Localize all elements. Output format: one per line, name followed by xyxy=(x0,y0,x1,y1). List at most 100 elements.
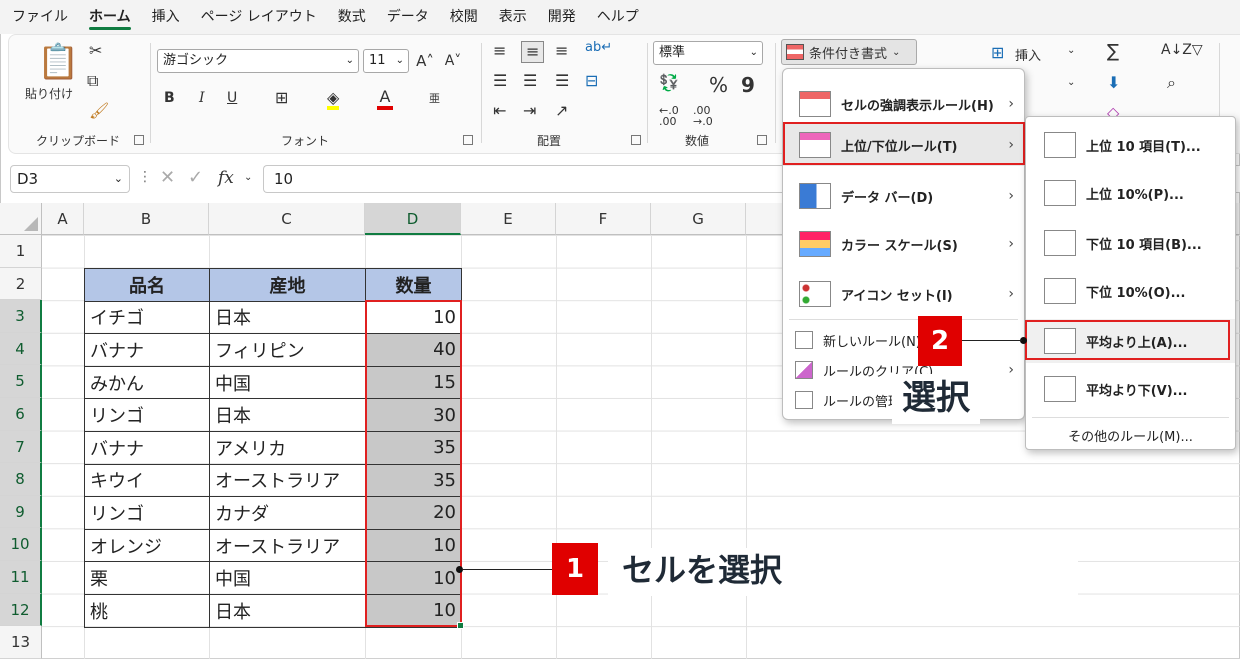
cell-product[interactable]: オレンジ xyxy=(84,528,210,563)
cell-origin[interactable]: カナダ xyxy=(209,496,366,530)
insert-function-button[interactable]: fx xyxy=(218,168,234,188)
insert-cells-button[interactable]: 挿入 xyxy=(1015,45,1041,64)
column-header-e[interactable]: E xyxy=(461,203,556,235)
row-header-11[interactable]: 11 xyxy=(0,561,42,594)
cell-product[interactable]: 栗 xyxy=(84,561,210,595)
cell-product[interactable]: バナナ xyxy=(84,333,210,367)
column-header-b[interactable]: B xyxy=(84,203,209,235)
menu-view[interactable]: 表示 xyxy=(499,0,527,34)
enter-icon[interactable]: ✓ xyxy=(188,169,203,187)
submenu-item-top-10[interactable]: 上位 10 項目(T)... xyxy=(1026,121,1235,169)
align-center-icon[interactable]: ☰ xyxy=(523,73,537,89)
cell-product[interactable]: バナナ xyxy=(84,430,210,465)
menu-data[interactable]: データ xyxy=(387,0,429,34)
bold-button[interactable]: B xyxy=(164,90,175,106)
merge-center-icon[interactable]: ⊟ xyxy=(585,73,598,89)
fill-handle[interactable] xyxy=(457,622,464,629)
percent-button[interactable]: % xyxy=(709,73,728,97)
cell-origin[interactable]: 日本 xyxy=(209,593,366,628)
cell-origin[interactable]: フィリピン xyxy=(209,333,366,367)
function-dropdown-icon[interactable]: ⌄ xyxy=(244,172,252,183)
more-icon[interactable]: ⋮ xyxy=(138,170,152,184)
row-header-2[interactable]: 2 xyxy=(0,267,42,301)
cut-icon[interactable]: ✂ xyxy=(89,43,102,59)
cell-product[interactable]: リンゴ xyxy=(84,398,210,432)
decrease-decimal-icon[interactable]: .00 →.0 xyxy=(693,105,713,127)
menu-formulas[interactable]: 数式 xyxy=(338,0,366,34)
paste-icon[interactable]: 📋 xyxy=(37,45,79,79)
sort-filter-icon[interactable]: A↓Z▽ xyxy=(1161,43,1203,57)
cell-product[interactable]: みかん xyxy=(84,365,210,400)
row-header-10[interactable]: 10 xyxy=(0,528,42,561)
border-icon[interactable]: ⊞ xyxy=(275,90,288,106)
clipboard-launcher-icon[interactable] xyxy=(134,135,144,145)
row-header-3[interactable]: 3 xyxy=(0,300,42,333)
conditional-formatting-button[interactable]: 条件付き書式 ⌄ xyxy=(781,39,917,65)
number-launcher-icon[interactable] xyxy=(757,135,767,145)
copy-icon[interactable]: ⧉ xyxy=(87,73,98,89)
cell-origin[interactable]: アメリカ xyxy=(209,430,366,465)
italic-button[interactable]: I xyxy=(199,90,205,106)
submenu-item-more-rules[interactable]: その他のルール(M)... xyxy=(1026,421,1235,449)
menu-review[interactable]: 校閲 xyxy=(450,0,478,34)
cell-product[interactable]: 桃 xyxy=(84,593,210,628)
cell-origin[interactable]: オーストラリア xyxy=(209,463,366,498)
menu-developer[interactable]: 開発 xyxy=(548,0,576,34)
align-top-icon[interactable]: ≡ xyxy=(493,43,506,59)
row-header-12[interactable]: 12 xyxy=(0,593,42,627)
cell-product[interactable]: キウイ xyxy=(84,463,210,498)
menu-item-data-bars[interactable]: データ バー(D) › xyxy=(783,175,1024,217)
menu-item-icon-sets[interactable]: アイコン セット(I) › xyxy=(783,273,1024,315)
insert-dropdown-icon[interactable]: ⌄ xyxy=(1067,45,1075,56)
align-bottom-icon[interactable]: ≡ xyxy=(555,43,568,59)
decrease-indent-icon[interactable]: ⇤ xyxy=(493,103,506,119)
cell-product[interactable]: イチゴ xyxy=(84,300,210,335)
increase-decimal-icon[interactable]: ←.0.00 xyxy=(659,105,679,127)
cell-origin[interactable]: 中国 xyxy=(209,365,366,400)
orientation-icon[interactable]: ↗ xyxy=(555,103,568,119)
submenu-item-bottom-10[interactable]: 下位 10 項目(B)... xyxy=(1026,219,1235,267)
phonetic-button[interactable]: 亜 xyxy=(429,90,440,106)
row-header-6[interactable]: 6 xyxy=(0,398,42,431)
font-size-combo[interactable]: 11 ⌄ xyxy=(363,49,409,73)
cell-origin[interactable]: 中国 xyxy=(209,561,366,595)
format-painter-icon[interactable]: 🖌 xyxy=(89,103,109,119)
row-header-5[interactable]: 5 xyxy=(0,365,42,398)
column-header-c[interactable]: C xyxy=(209,203,365,235)
row-header-7[interactable]: 7 xyxy=(0,430,42,464)
menu-insert[interactable]: 挿入 xyxy=(152,0,180,34)
align-middle-icon[interactable]: ≡ xyxy=(521,41,545,63)
row-header-13[interactable]: 13 xyxy=(0,626,42,659)
cell-origin[interactable]: オーストラリア xyxy=(209,528,366,563)
menu-home[interactable]: ホーム xyxy=(89,0,131,34)
delete-dropdown-icon[interactable]: ⌄ xyxy=(1067,77,1075,88)
submenu-item-top-10-percent[interactable]: 上位 10%(P)... xyxy=(1026,169,1235,217)
wrap-text-icon[interactable]: ab↵ xyxy=(585,41,612,54)
header-cell-origin[interactable]: 産地 xyxy=(209,268,366,302)
menu-item-color-scales[interactable]: カラー スケール(S) › xyxy=(783,223,1024,265)
column-header-g[interactable]: G xyxy=(651,203,746,235)
header-cell-product[interactable]: 品名 xyxy=(84,268,210,302)
cancel-icon[interactable]: ✕ xyxy=(160,169,175,187)
menu-file[interactable]: ファイル xyxy=(12,0,68,34)
autosum-icon[interactable]: ∑ xyxy=(1107,43,1119,61)
align-left-icon[interactable]: ☰ xyxy=(493,73,507,89)
submenu-item-bottom-10-percent[interactable]: 下位 10%(O)... xyxy=(1026,267,1235,315)
column-header-d[interactable]: D xyxy=(365,203,461,235)
insert-cells-icon[interactable]: ⊞ xyxy=(991,45,1004,61)
header-cell-quantity[interactable]: 数量 xyxy=(365,268,462,302)
menu-page-layout[interactable]: ページ レイアウト xyxy=(201,0,317,34)
menu-help[interactable]: ヘルプ xyxy=(597,0,639,34)
font-color-button[interactable]: A xyxy=(377,87,393,110)
find-select-icon[interactable]: ⌕ xyxy=(1167,75,1176,91)
row-header-1[interactable]: 1 xyxy=(0,235,42,268)
column-header-f[interactable]: F xyxy=(556,203,651,235)
font-name-combo[interactable]: 游ゴシック ⌄ xyxy=(157,49,359,73)
row-header-4[interactable]: 4 xyxy=(0,332,42,366)
increase-indent-icon[interactable]: ⇥ xyxy=(523,103,536,119)
row-header-8[interactable]: 8 xyxy=(0,463,42,496)
select-all-corner[interactable] xyxy=(0,203,42,235)
cell-origin[interactable]: 日本 xyxy=(209,300,366,335)
submenu-item-below-average[interactable]: 平均より下(V)... xyxy=(1026,365,1235,413)
paste-button[interactable]: 貼り付け xyxy=(25,85,73,102)
